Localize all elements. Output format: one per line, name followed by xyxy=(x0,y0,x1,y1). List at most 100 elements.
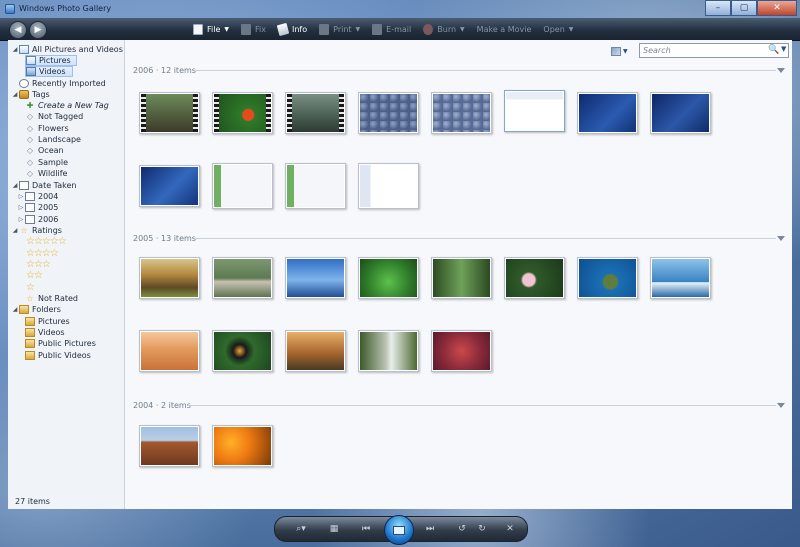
forward-button[interactable]: ▶ xyxy=(29,21,47,39)
photo-thumbnail[interactable] xyxy=(504,90,565,132)
photo-thumbnail[interactable] xyxy=(358,257,419,299)
sidebar-item-ratings[interactable]: ◢ ☆ Ratings xyxy=(11,225,62,236)
expand-arrow-icon[interactable]: ▷ xyxy=(17,216,25,223)
group-header-2005[interactable]: 2005 · 13 items xyxy=(133,233,196,243)
group-header-2004[interactable]: 2004 · 2 items xyxy=(133,400,191,410)
year-2005[interactable]: ▷ 2005 xyxy=(17,202,58,213)
year-2004[interactable]: ▷ 2004 xyxy=(17,191,58,202)
photo-thumbnail[interactable] xyxy=(431,257,492,299)
photo-thumbnail[interactable] xyxy=(358,163,419,209)
photo-thumbnail[interactable] xyxy=(358,92,419,134)
rating-1-star[interactable]: ☆ xyxy=(26,282,35,293)
expand-arrow-icon[interactable]: ◢ xyxy=(11,182,19,189)
minimize-button[interactable]: – xyxy=(705,0,731,16)
expand-arrow-icon[interactable]: ◢ xyxy=(11,306,19,313)
group-header-2006[interactable]: 2006 · 12 items xyxy=(133,65,196,75)
tag-sample[interactable]: ◇ Sample xyxy=(25,157,68,168)
photo-thumbnail[interactable] xyxy=(285,163,346,209)
photo-thumbnail[interactable] xyxy=(504,257,565,299)
photo-thumbnail[interactable] xyxy=(212,425,273,467)
collapse-group-icon[interactable] xyxy=(777,403,785,408)
calendar-icon xyxy=(25,215,35,224)
file-menu[interactable]: File ▼ xyxy=(193,23,229,35)
expand-arrow-icon[interactable]: ◢ xyxy=(11,91,19,98)
sidebar-item-videos[interactable]: Videos xyxy=(25,66,73,77)
rating-4-stars[interactable]: ☆☆☆☆ xyxy=(26,248,59,259)
zoom-icon[interactable]: ⌕▾ xyxy=(291,522,311,536)
email-button[interactable]: E-mail xyxy=(372,23,411,35)
tag-wildlife[interactable]: ◇ Wildlife xyxy=(25,168,68,179)
make-movie-button[interactable]: Make a Movie xyxy=(477,25,532,34)
photo-thumbnail[interactable] xyxy=(577,92,638,134)
sidebar-item-date-taken[interactable]: ◢ Date Taken xyxy=(11,180,76,191)
photo-thumbnail[interactable] xyxy=(431,92,492,134)
back-button[interactable]: ◀ xyxy=(9,21,27,39)
create-new-tag[interactable]: ✚ Create a New Tag xyxy=(25,100,109,111)
photo-thumbnail[interactable] xyxy=(212,163,273,209)
photo-thumbnail[interactable] xyxy=(650,92,711,134)
previous-icon[interactable]: ⏮ xyxy=(359,522,373,536)
tag-ocean[interactable]: ◇ Ocean xyxy=(25,145,64,156)
group-divider xyxy=(194,70,776,71)
rating-not-rated[interactable]: ☆ Not Rated xyxy=(25,293,78,304)
expand-arrow-icon[interactable]: ◢ xyxy=(11,46,19,53)
photo-thumbnail[interactable] xyxy=(139,330,200,372)
tag-landscape[interactable]: ◇ Landscape xyxy=(25,134,81,145)
folder-pictures[interactable]: Pictures xyxy=(25,316,70,327)
expand-arrow-icon[interactable]: ▷ xyxy=(17,193,25,200)
rating-2-stars[interactable]: ☆☆ xyxy=(26,270,43,281)
sidebar-item-all[interactable]: ◢ All Pictures and Videos xyxy=(11,44,123,55)
view-options-button[interactable]: ▼ xyxy=(611,46,633,57)
rotate-left-icon[interactable]: ↺ xyxy=(455,522,469,536)
search-input[interactable]: Search xyxy=(643,46,671,55)
tag-flowers[interactable]: ◇ Flowers xyxy=(25,123,69,134)
rating-5-stars[interactable]: ☆☆☆☆☆ xyxy=(26,236,67,247)
folder-public-videos[interactable]: Public Videos xyxy=(25,350,91,361)
collapse-group-icon[interactable] xyxy=(777,236,785,241)
photo-thumbnail[interactable] xyxy=(577,257,638,299)
rotate-right-icon[interactable]: ↻ xyxy=(475,522,489,536)
folder-public-pictures[interactable]: Public Pictures xyxy=(25,338,96,349)
photo-thumbnail[interactable] xyxy=(212,92,273,134)
photo-thumbnail[interactable] xyxy=(139,425,200,467)
burn-menu[interactable]: Burn ▼ xyxy=(423,23,465,35)
photo-thumbnail[interactable] xyxy=(139,257,200,299)
info-button[interactable]: Info xyxy=(276,22,307,36)
actual-size-icon[interactable]: ▦ xyxy=(327,522,341,536)
new-tag-icon: ✚ xyxy=(26,100,34,110)
maximize-button[interactable]: ▢ xyxy=(731,0,757,16)
photo-thumbnail[interactable] xyxy=(431,330,492,372)
open-menu[interactable]: Open ▼ xyxy=(543,25,573,34)
search-icon[interactable]: 🔍 xyxy=(768,45,779,55)
photo-thumbnail[interactable] xyxy=(285,92,346,134)
fix-button[interactable]: Fix xyxy=(241,23,266,35)
slideshow-button[interactable] xyxy=(384,515,414,545)
delete-icon[interactable]: ✕ xyxy=(503,522,517,536)
sidebar-item-pictures[interactable]: Pictures xyxy=(25,55,77,66)
photo-thumbnail[interactable] xyxy=(139,165,200,207)
photo-thumbnail[interactable] xyxy=(650,257,711,299)
tag-not-tagged[interactable]: ◇ Not Tagged xyxy=(25,111,83,122)
chevron-down-icon[interactable]: ▼ xyxy=(781,45,786,53)
expand-arrow-icon[interactable]: ◢ xyxy=(11,227,19,234)
photo-thumbnail[interactable] xyxy=(139,92,200,134)
sidebar-item-tags[interactable]: ◢ Tags xyxy=(11,89,50,100)
folder-videos[interactable]: Videos xyxy=(25,327,65,338)
navigation-buttons: ◀ ▶ xyxy=(9,21,47,39)
expand-arrow-icon[interactable]: ▷ xyxy=(17,204,25,211)
sidebar-item-recently-imported[interactable]: Recently Imported xyxy=(19,78,106,89)
photo-thumbnail[interactable] xyxy=(285,330,346,372)
title-bar: Windows Photo Gallery – ▢ ✕ xyxy=(0,0,800,18)
rating-3-stars[interactable]: ☆☆☆ xyxy=(26,259,51,270)
sidebar-item-folders[interactable]: ◢ Folders xyxy=(11,304,61,315)
print-menu[interactable]: Print ▼ xyxy=(319,23,360,35)
photo-thumbnail[interactable] xyxy=(212,257,273,299)
close-button[interactable]: ✕ xyxy=(757,0,797,16)
photo-thumbnail[interactable] xyxy=(212,330,273,372)
photo-thumbnail[interactable] xyxy=(358,330,419,372)
collapse-group-icon[interactable] xyxy=(777,68,785,73)
photo-thumbnail[interactable] xyxy=(285,257,346,299)
search-box[interactable]: Search 🔍 ▼ xyxy=(639,43,789,58)
next-icon[interactable]: ⏭ xyxy=(423,522,437,536)
year-2006[interactable]: ▷ 2006 xyxy=(17,214,58,225)
